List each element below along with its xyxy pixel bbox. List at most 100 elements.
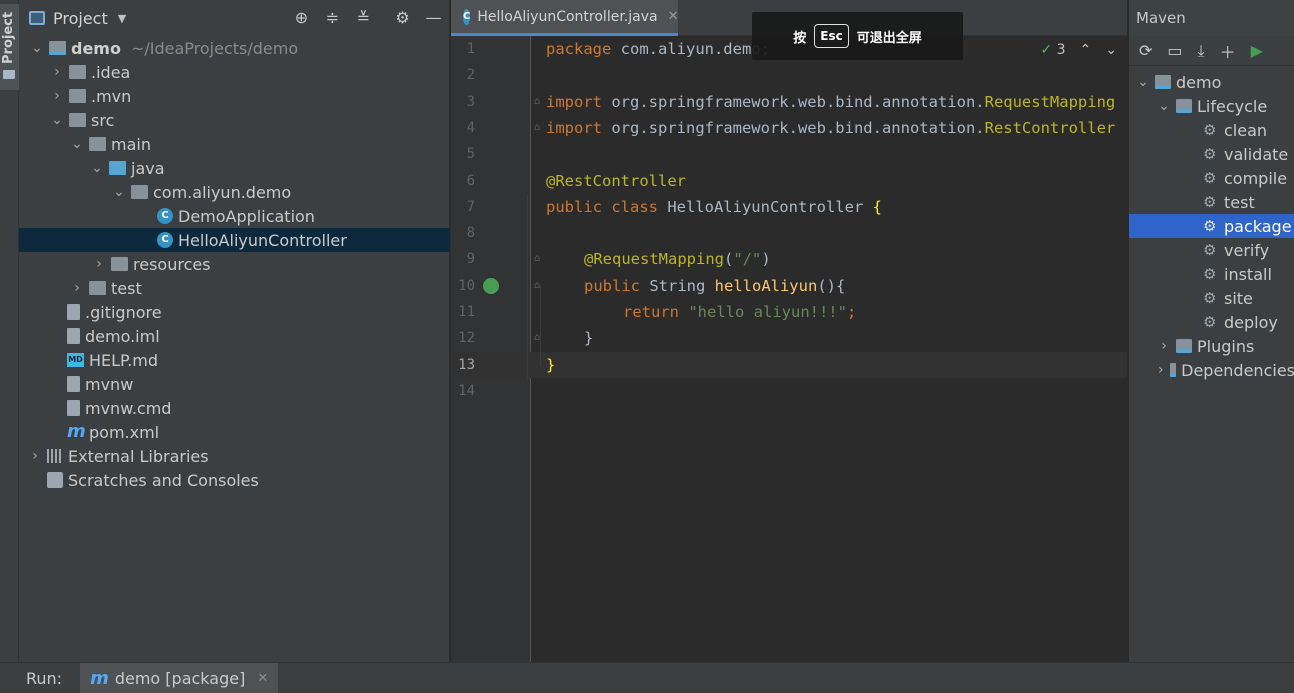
- line-number: 6: [466, 172, 475, 189]
- code-token: import: [546, 118, 602, 137]
- chevron-right-icon[interactable]: ›: [51, 64, 63, 80]
- run-icon[interactable]: ▶: [1251, 41, 1263, 60]
- maven-tree-item[interactable]: ⚙ install: [1129, 262, 1294, 286]
- chevron-right-icon[interactable]: ›: [71, 280, 83, 296]
- tree-item[interactable]: .gitignore: [19, 300, 450, 324]
- tree-item[interactable]: › resources: [19, 252, 450, 276]
- expand-all-icon[interactable]: ≑: [323, 8, 342, 27]
- tree-item[interactable]: m pom.xml: [19, 420, 450, 444]
- code-token: "hello aliyun!!!": [679, 303, 847, 321]
- code-line[interactable]: 8: [451, 220, 1127, 246]
- chevron-down-icon[interactable]: ⌄: [31, 40, 43, 56]
- reload-icon[interactable]: ⟳: [1139, 41, 1152, 60]
- maven-tree-item[interactable]: ⚙ site: [1129, 286, 1294, 310]
- project-tool-tab[interactable]: Project: [0, 4, 19, 90]
- inspection-widget[interactable]: ✓ 3 ⌃ ⌄: [1040, 42, 1117, 58]
- code-line[interactable]: 6 @RestController: [451, 168, 1127, 194]
- maven-tree-item[interactable]: ⚙ package: [1129, 214, 1294, 238]
- maven-tree-item[interactable]: ⚙ clean: [1129, 118, 1294, 142]
- code-token: HelloAliyunController: [657, 197, 873, 216]
- add-folder-icon[interactable]: ▭: [1167, 41, 1182, 60]
- next-highlight-icon[interactable]: ⌄: [1105, 42, 1117, 58]
- maven-tree-item[interactable]: ⚙ verify: [1129, 238, 1294, 262]
- chevron-right-icon[interactable]: ›: [1158, 362, 1164, 378]
- tree-item[interactable]: ⌄ src: [19, 108, 450, 132]
- chevron-right-icon[interactable]: ›: [1158, 338, 1170, 354]
- chevron-right-icon[interactable]: ›: [93, 256, 105, 272]
- tree-item[interactable]: C HelloAliyunController: [19, 228, 450, 252]
- hint-suffix: 可退出全屏: [856, 30, 922, 46]
- code-line[interactable]: 3 import org.springframework.web.bind.ann…: [451, 89, 1127, 115]
- chevron-down-icon[interactable]: ⌄: [91, 160, 103, 176]
- check-icon: ✓: [1040, 42, 1053, 58]
- code-line[interactable]: 12} ⌂: [451, 325, 1127, 351]
- tree-item[interactable]: C DemoApplication: [19, 204, 450, 228]
- tree-item[interactable]: › .mvn: [19, 84, 450, 108]
- tree-item[interactable]: ⌄ demo ~/IdeaProjects/demo: [19, 36, 450, 60]
- maven-panel: Maven ⟳ ▭ ⤓ ＋ ▶ ⌄ demo ⌄ Lifecycle ⚙ clean ⚙ va…: [1128, 0, 1294, 662]
- locate-icon[interactable]: ⊕: [292, 8, 311, 27]
- collapse-all-icon[interactable]: ≚: [354, 8, 373, 27]
- project-view-selector[interactable]: Project: [53, 9, 108, 28]
- maven-tree-label: validate: [1224, 144, 1289, 164]
- download-icon[interactable]: ⤓: [1198, 41, 1205, 61]
- tree-item[interactable]: ⌄ main: [19, 132, 450, 156]
- settings-icon[interactable]: ⚙: [393, 8, 412, 27]
- close-icon[interactable]: ✕: [668, 9, 679, 24]
- tree-item[interactable]: mvnw.cmd: [19, 396, 450, 420]
- code-line[interactable]: 14: [451, 378, 1127, 404]
- chevron-right-icon[interactable]: ›: [29, 448, 41, 464]
- tree-item-label: .mvn: [91, 86, 132, 106]
- tree-item-label: mvnw: [85, 374, 134, 394]
- project-window-icon: [29, 11, 45, 25]
- code-token: helloAliyun: [714, 276, 818, 295]
- tree-item[interactable]: › test: [19, 276, 450, 300]
- code-line[interactable]: 4 import org.springframework.web.bind.ann…: [451, 115, 1127, 141]
- chevron-down-icon[interactable]: ⌄: [1137, 74, 1149, 90]
- code-line[interactable]: 13}: [451, 351, 1127, 378]
- tree-item[interactable]: MD HELP.md: [19, 348, 450, 372]
- line-number: 13: [458, 356, 475, 373]
- fold-marker-icon[interactable]: ⌂: [534, 89, 540, 115]
- chevron-down-icon[interactable]: ⌄: [51, 112, 63, 128]
- project-tool-tab-label: Project: [1, 11, 16, 64]
- code-line[interactable]: 7 public class HelloAliyunController {: [451, 194, 1127, 220]
- maven-tree-item[interactable]: ⚙ validate: [1129, 142, 1294, 166]
- run-gutter-icon[interactable]: [483, 277, 499, 294]
- fold-marker-icon[interactable]: ⌂: [534, 246, 540, 272]
- editor: C HelloAliyunController.java ✕ 1 package …: [451, 0, 1127, 662]
- chevron-down-icon[interactable]: ⌄: [71, 136, 83, 152]
- minimize-icon[interactable]: —: [424, 8, 443, 27]
- maven-tree-item[interactable]: ⚙ compile: [1129, 166, 1294, 190]
- maven-tree-item[interactable]: ⚙ deploy: [1129, 310, 1294, 334]
- run-tab[interactable]: m demo [package] ✕: [80, 662, 279, 693]
- tree-item[interactable]: ⌄ com.aliyun.demo: [19, 180, 450, 204]
- code-line[interactable]: 11 return "hello aliyun!!!";: [451, 299, 1127, 325]
- maven-tree-item[interactable]: › Plugins: [1129, 334, 1294, 358]
- code-line[interactable]: 5: [451, 141, 1127, 167]
- maven-tree-item[interactable]: › Dependencies: [1129, 358, 1294, 382]
- folder-icon: [89, 137, 106, 151]
- maven-tree-item[interactable]: ⚙ test: [1129, 190, 1294, 214]
- tree-item[interactable]: › .idea: [19, 60, 450, 84]
- tree-item[interactable]: mvnw: [19, 372, 450, 396]
- editor-tab[interactable]: C HelloAliyunController.java ✕: [451, 0, 679, 36]
- tree-item[interactable]: ⌄ java: [19, 156, 450, 180]
- maven-tree-item[interactable]: ⌄ demo: [1129, 70, 1294, 94]
- previous-highlight-icon[interactable]: ⌃: [1080, 42, 1092, 58]
- tree-item[interactable]: Scratches and Consoles: [19, 468, 450, 492]
- chevron-down-icon[interactable]: ⌄: [113, 184, 125, 200]
- tree-item[interactable]: › External Libraries: [19, 444, 450, 468]
- fold-marker-icon[interactable]: ⌂: [534, 115, 540, 141]
- tree-item[interactable]: demo.iml: [19, 324, 450, 348]
- code-line[interactable]: 2: [451, 62, 1127, 88]
- chevron-down-icon[interactable]: ▼: [118, 12, 126, 25]
- close-icon[interactable]: ✕: [257, 671, 268, 686]
- chevron-right-icon[interactable]: ›: [51, 88, 63, 104]
- code-line[interactable]: 10 public String helloAliyun(){⌂: [451, 273, 1127, 299]
- code-line[interactable]: 9 @RequestMapping("/") ⌂: [451, 246, 1127, 272]
- maven-tree-item[interactable]: ⌄ Lifecycle: [1129, 94, 1294, 118]
- plus-icon[interactable]: ＋: [1220, 39, 1236, 63]
- code-area[interactable]: 1 package com.aliyun.demo; 2 3 import org.sp…: [451, 36, 1127, 662]
- chevron-down-icon[interactable]: ⌄: [1158, 98, 1170, 114]
